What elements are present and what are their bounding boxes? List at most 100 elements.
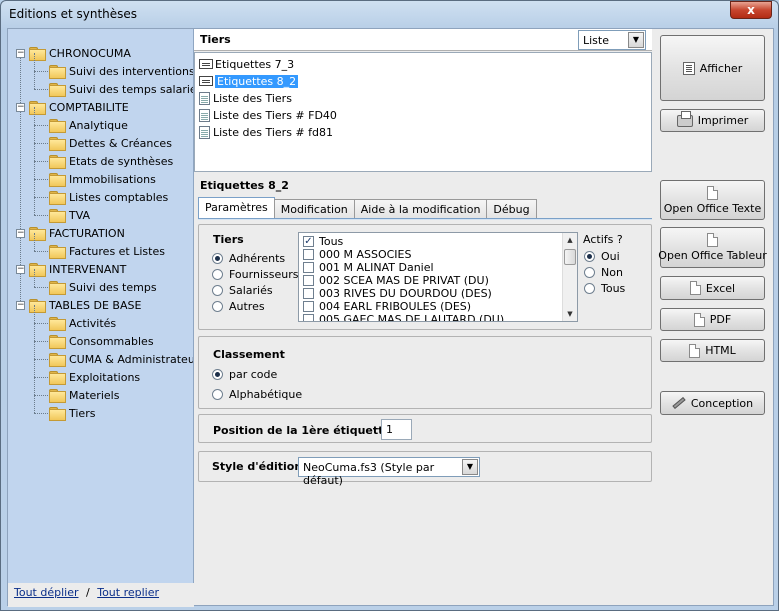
tree-item-consommables[interactable]: Consommables <box>49 332 154 350</box>
tiers-list-item[interactable]: 002 SCEA MAS DE PRIVAT (DU) <box>303 274 489 287</box>
tiers-list-item[interactable]: ✓ Tous <box>303 235 343 248</box>
tree-item-suivi-des-temps[interactable]: Suivi des temps <box>49 278 157 296</box>
close-button[interactable]: x <box>730 1 772 19</box>
tiers-type-option[interactable]: Fournisseurs <box>212 268 298 281</box>
tree-item-facturation[interactable]: − FACTURATION <box>16 224 125 242</box>
tree-item-analytique[interactable]: Analytique <box>49 116 128 134</box>
tree-item-immobilisations[interactable]: Immobilisations <box>49 170 156 188</box>
tiers-type-option[interactable]: Autres <box>212 300 265 313</box>
document-item[interactable]: Etiquettes 7_3 <box>199 56 294 72</box>
position-input[interactable]: 1 <box>381 419 412 440</box>
tree-connector <box>34 197 35 215</box>
open-office-tableur-button[interactable]: Open Office Tableur <box>658 227 767 268</box>
tree-item-activites[interactable]: Activités <box>49 314 116 332</box>
afficher-button[interactable]: Afficher <box>660 35 765 101</box>
pdf-button[interactable]: PDF <box>660 308 765 331</box>
chevron-down-icon[interactable]: ▼ <box>628 32 644 48</box>
checkbox[interactable] <box>303 314 314 321</box>
tiers-checklist[interactable]: ✓ Tous 000 M ASSOCIES 001 M ALINAT Daniel 00… <box>298 232 578 322</box>
tree-item-cuma-administrateurs[interactable]: CUMA & Administrateurs <box>49 350 193 368</box>
tree-item-dettes-creances[interactable]: Dettes & Créances <box>49 134 172 152</box>
tree-item-label: Consommables <box>69 334 154 348</box>
pdf-icon <box>693 312 705 327</box>
document-item[interactable]: Liste des Tiers <box>199 90 292 106</box>
tiers-type-option[interactable]: Adhérents <box>212 252 285 265</box>
tiers-type-option-label: Adhérents <box>229 252 286 265</box>
collapse-icon[interactable]: − <box>16 264 25 274</box>
tree-connector <box>34 143 48 144</box>
imprimer-button[interactable]: Imprimer <box>660 109 765 132</box>
classement-option[interactable]: par code <box>212 368 277 381</box>
actifs-option[interactable]: Tous <box>584 282 625 295</box>
tree-item-listes-comptables[interactable]: Listes comptables <box>49 188 168 206</box>
tree-item-label: FACTURATION <box>49 226 125 240</box>
collapse-icon[interactable]: − <box>16 102 25 112</box>
radio-button[interactable] <box>584 267 595 278</box>
tree-item-factures-et-listes[interactable]: Factures et Listes <box>49 242 165 260</box>
tree-item-comptabilite[interactable]: − COMPTABILITE <box>16 98 129 116</box>
tab-modification[interactable]: Modification <box>273 199 355 219</box>
tree-item-suivi-des-interventions[interactable]: Suivi des interventions <box>49 62 193 80</box>
radio-button[interactable] <box>212 301 223 312</box>
radio-button[interactable] <box>584 251 595 262</box>
tree-item-tiers[interactable]: Tiers <box>49 404 95 422</box>
radio-button[interactable] <box>212 369 223 380</box>
tiers-scrollbar[interactable]: ▲ ▼ <box>562 233 577 321</box>
folder-icon <box>49 245 66 259</box>
tiers-list-item[interactable]: 004 EARL FRIBOULES (DES) <box>303 300 471 313</box>
checkbox[interactable] <box>303 275 314 286</box>
view-select[interactable]: Liste ▼ <box>578 30 646 50</box>
list-title: Tiers <box>200 33 231 46</box>
tree-item-etats-de-syntheses[interactable]: Etats de synthèses <box>49 152 173 170</box>
scroll-up-icon[interactable]: ▲ <box>563 233 577 247</box>
tree-footer: Tout déplier / Tout replier <box>8 583 194 607</box>
classement-option[interactable]: Alphabétique <box>212 388 302 401</box>
tree-item-exploitations[interactable]: Exploitations <box>49 368 140 386</box>
collapse-icon[interactable]: − <box>16 228 25 238</box>
tiers-list-item[interactable]: 001 M ALINAT Daniel <box>303 261 434 274</box>
tiers-list-item[interactable]: 005 GAEC MAS DE LAUTARD (DU) <box>303 313 504 321</box>
actifs-option[interactable]: Oui <box>584 250 620 263</box>
html-button[interactable]: HTML <box>660 339 765 362</box>
checkbox[interactable] <box>303 301 314 312</box>
oo-texte-label: Open Office Texte <box>663 201 762 215</box>
actifs-option[interactable]: Non <box>584 266 623 279</box>
collapse-all-link[interactable]: Tout replier <box>97 586 159 599</box>
label-icon <box>199 59 213 69</box>
style-select[interactable]: NeoCuma.fs3 (Style par défaut) ▼ <box>298 457 480 487</box>
document-item[interactable]: Liste des Tiers # fd81 <box>199 124 333 140</box>
conception-button[interactable]: Conception <box>660 391 765 415</box>
collapse-icon[interactable]: − <box>16 48 25 58</box>
tiers-list-item[interactable]: 003 RIVES DU DOURDOU (DES) <box>303 287 492 300</box>
scroll-thumb[interactable] <box>564 249 576 265</box>
tree-item-tva[interactable]: TVA <box>49 206 90 224</box>
chevron-down-icon[interactable]: ▼ <box>462 459 478 475</box>
tree-item-suivi-des-temps-salaries[interactable]: Suivi des temps salariés <box>49 80 193 98</box>
folder-icon <box>49 155 66 169</box>
radio-button[interactable] <box>212 269 223 280</box>
radio-button[interactable] <box>584 283 595 294</box>
radio-button[interactable] <box>212 389 223 400</box>
excel-button[interactable]: Excel <box>660 276 765 300</box>
document-item[interactable]: Etiquettes 8_2 <box>199 73 299 89</box>
tiers-list-item[interactable]: 000 M ASSOCIES <box>303 248 412 261</box>
document-icon <box>199 108 210 122</box>
open-office-texte-button[interactable]: Open Office Texte <box>660 180 765 220</box>
radio-button[interactable] <box>212 253 223 264</box>
tab-debug[interactable]: Débug <box>486 199 537 219</box>
tab-parametres[interactable]: Paramètres <box>198 197 275 219</box>
checkbox[interactable] <box>303 249 314 260</box>
checkbox[interactable] <box>303 288 314 299</box>
tree-item-intervenant[interactable]: − INTERVENANT <box>16 260 126 278</box>
scroll-down-icon[interactable]: ▼ <box>563 307 577 321</box>
checkbox[interactable] <box>303 262 314 273</box>
radio-button[interactable] <box>212 285 223 296</box>
tree-item-materiels[interactable]: Materiels <box>49 386 119 404</box>
tiers-type-option[interactable]: Salariés <box>212 284 273 297</box>
tree-item-label: Listes comptables <box>69 190 169 204</box>
checkbox[interactable]: ✓ <box>303 236 314 247</box>
tab-aide-modification[interactable]: Aide à la modification <box>353 199 488 219</box>
expand-all-link[interactable]: Tout déplier <box>14 586 79 599</box>
collapse-icon[interactable]: − <box>16 300 25 310</box>
document-item[interactable]: Liste des Tiers # FD40 <box>199 107 337 123</box>
